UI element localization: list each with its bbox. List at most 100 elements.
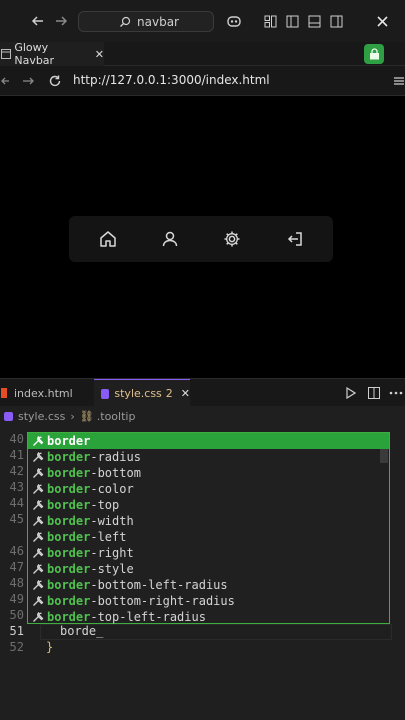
lock-button[interactable] bbox=[364, 44, 384, 64]
command-center-search[interactable]: navbar bbox=[78, 11, 214, 32]
home-icon[interactable] bbox=[97, 228, 119, 250]
logout-icon[interactable] bbox=[284, 228, 306, 250]
suggestion-match: border bbox=[47, 434, 91, 448]
breadcrumb-file[interactable]: style.css bbox=[18, 410, 65, 423]
breadcrumb-separator: › bbox=[70, 409, 75, 423]
suggestion-item[interactable]: border -bottom-left-radius bbox=[28, 577, 389, 593]
suggestion-rest: -radius bbox=[90, 450, 141, 464]
suggestion-rest: -bottom-left-radius bbox=[90, 578, 228, 592]
tab-close[interactable]: ✕ bbox=[181, 387, 190, 400]
tab-style-css[interactable]: style.css 2 ✕ bbox=[94, 379, 190, 407]
menu-icon[interactable] bbox=[393, 74, 405, 88]
breadcrumb: style.css › ⛓ .tooltip bbox=[0, 406, 405, 426]
panel-icon[interactable] bbox=[306, 13, 322, 29]
more-icon[interactable] bbox=[388, 386, 404, 400]
suggestion-item[interactable]: border -top bbox=[28, 497, 389, 513]
url-bar: http://127.0.0.1:3000/index.html bbox=[0, 66, 405, 96]
split-icon[interactable] bbox=[367, 386, 381, 400]
suggestion-rest: -bottom-right-radius bbox=[90, 594, 235, 608]
back-icon[interactable] bbox=[30, 12, 46, 30]
wrench-icon bbox=[30, 497, 46, 513]
suggestion-item[interactable]: border -top-left-radius bbox=[28, 609, 389, 625]
secondary-sidebar-icon[interactable] bbox=[328, 13, 344, 29]
suggestion-item[interactable]: border -bottom-right-radius bbox=[28, 593, 389, 609]
browser-back-icon[interactable] bbox=[0, 74, 10, 88]
css-file-icon bbox=[4, 411, 13, 421]
suggestion-rest: -bottom bbox=[90, 466, 141, 480]
suggestion-match: border bbox=[47, 450, 91, 464]
suggest-widget: border border -radius border -bottom border -c… bbox=[27, 432, 390, 624]
url-text[interactable]: http://127.0.0.1:3000/index.html bbox=[73, 73, 270, 87]
problem-count-badge: 2 bbox=[165, 387, 173, 400]
suggestion-match: border bbox=[47, 594, 91, 608]
suggestion-match: border bbox=[47, 530, 91, 544]
wrench-icon bbox=[30, 545, 46, 561]
suggestion-rest: -top-left-radius bbox=[90, 610, 206, 624]
line-number: 49 bbox=[9, 592, 24, 606]
sidebar-icon[interactable] bbox=[284, 13, 300, 29]
close-icon[interactable] bbox=[374, 13, 390, 29]
line-number: 40 bbox=[9, 432, 24, 446]
forward-icon[interactable] bbox=[53, 12, 69, 30]
suggestion-item[interactable]: border -radius bbox=[28, 449, 389, 465]
search-icon bbox=[119, 16, 131, 28]
line-number-current: 51 bbox=[9, 624, 24, 638]
suggestion-match: border bbox=[47, 482, 91, 496]
suggestion-match: border bbox=[47, 466, 91, 480]
tab-label: index.html bbox=[14, 386, 73, 400]
browser-tab[interactable]: Glowy Navbar ✕ bbox=[0, 41, 104, 67]
suggestion-match: border bbox=[47, 562, 91, 576]
code-line-52[interactable]: } bbox=[46, 640, 53, 654]
wrench-icon bbox=[30, 593, 46, 609]
wrench-icon bbox=[30, 481, 46, 497]
suggestion-match: border bbox=[47, 578, 91, 592]
browser-tab-close[interactable]: ✕ bbox=[95, 48, 104, 61]
suggestion-item[interactable]: border -right bbox=[28, 545, 389, 561]
suggestion-item[interactable]: border -width bbox=[28, 513, 389, 529]
breadcrumb-symbol[interactable]: .tooltip bbox=[97, 410, 136, 423]
code-line-51[interactable]: borde_ bbox=[60, 624, 103, 638]
suggestion-item[interactable]: border -style bbox=[28, 561, 389, 577]
suggestion-match: border bbox=[47, 546, 91, 560]
line-number: 48 bbox=[9, 576, 24, 590]
browser-tab-icon bbox=[1, 48, 12, 60]
line-number: 50 bbox=[9, 608, 24, 622]
wrench-icon bbox=[30, 561, 46, 577]
title-bar: navbar bbox=[0, 0, 405, 42]
wrench-icon bbox=[30, 513, 46, 529]
suggestion-match: border bbox=[47, 514, 91, 528]
wrench-icon bbox=[30, 449, 46, 465]
wrench-icon bbox=[30, 433, 46, 449]
suggestion-item-selected[interactable]: border bbox=[28, 433, 389, 449]
editor-tab-bar: index.html style.css 2 ✕ bbox=[0, 378, 405, 407]
user-icon[interactable] bbox=[159, 228, 181, 250]
command-center-text: navbar bbox=[137, 14, 179, 29]
suggestion-rest: -right bbox=[90, 546, 134, 560]
line-number: 45 bbox=[9, 512, 24, 526]
symbol-icon: ⛓ bbox=[79, 409, 94, 423]
gear-icon[interactable] bbox=[221, 228, 243, 250]
suggestion-item[interactable]: border -left bbox=[28, 529, 389, 545]
browser-forward-icon[interactable] bbox=[20, 74, 36, 88]
suggestion-rest: -color bbox=[90, 482, 134, 496]
browser-tab-title: Glowy Navbar bbox=[14, 41, 55, 67]
lock-icon bbox=[369, 48, 380, 60]
suggestion-item[interactable]: border -color bbox=[28, 481, 389, 497]
wrench-icon bbox=[30, 465, 46, 481]
layout-icon[interactable] bbox=[262, 13, 278, 29]
suggestion-item[interactable]: border -bottom bbox=[28, 465, 389, 481]
suggestion-rest: -top bbox=[90, 498, 120, 512]
line-number: 46 bbox=[9, 544, 24, 558]
suggestion-rest: -style bbox=[90, 562, 134, 576]
html-file-icon bbox=[1, 388, 7, 398]
line-number: 52 bbox=[9, 640, 24, 654]
run-icon[interactable] bbox=[344, 386, 358, 400]
suggestion-match: border bbox=[47, 610, 91, 624]
line-number: 42 bbox=[9, 464, 24, 478]
wrench-icon bbox=[30, 577, 46, 593]
tab-label: style.css bbox=[114, 387, 162, 400]
tab-index-html[interactable]: index.html bbox=[0, 379, 92, 407]
copilot-icon[interactable] bbox=[224, 12, 244, 30]
reload-icon[interactable] bbox=[47, 73, 63, 89]
glowy-navbar bbox=[69, 216, 333, 262]
